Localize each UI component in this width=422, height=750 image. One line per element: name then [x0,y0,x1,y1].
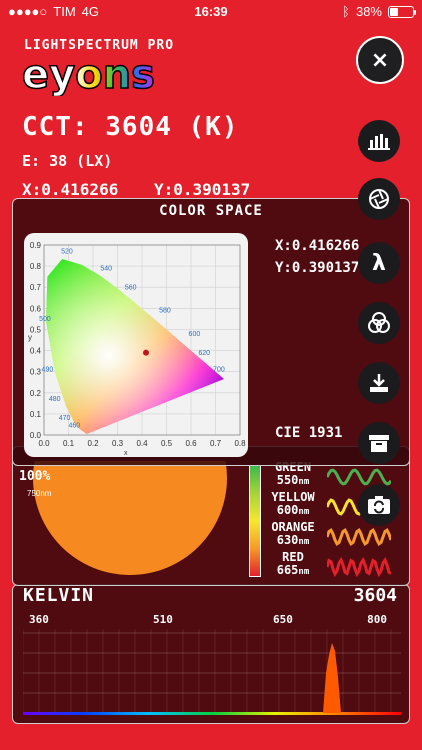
chart-icon [368,134,390,150]
battery-percent: 38% [355,4,382,19]
y-tick-label: 0.7 [30,283,42,292]
y-tick-label: 0.3 [30,368,42,377]
spectrum-baseline [23,712,401,715]
close-button[interactable]: × [356,36,404,84]
wavelength-label: 520 [61,248,73,255]
color-mix-button[interactable] [358,302,400,344]
cie-standard-label: CIE 1931 [275,425,343,441]
wavelength-label: 540 [100,265,112,272]
y-tick-label: 0.4 [30,347,42,356]
cie-chart: 0.0 0.1 0.2 0.3 0.4 0.5 0.6 0.7 0.8 0.9 0.8 0.7 0.6 0… [24,233,248,457]
chart-button[interactable] [358,120,400,162]
light-color-swatch [33,461,227,577]
archive-button[interactable] [358,422,400,464]
y-value: Y:0.390137 [153,180,251,199]
y-tick-label: 0.8 [30,262,42,271]
spectrum-tick: 360 [29,613,49,626]
wavelength-label: 470 [59,415,71,422]
measured-point [142,349,149,356]
wavelength-label: 700 [213,367,225,374]
wavelength-label: 580 [159,308,171,315]
wavelength-label: 460 [69,423,81,430]
y-tick-label: 0.9 [30,241,42,250]
color-band-wavelength: 600nm [276,503,310,518]
wavelength-label: 560 [125,284,137,291]
spectrum-tick: 650 [273,613,293,626]
color-band-orange: ORANGE 630nm [267,521,319,549]
x-tick-label: 0.3 [112,439,124,448]
x-tick-label: 0.0 [38,439,50,448]
svg-text:eyons: eyons [22,56,155,96]
lambda-icon: λ [372,250,386,276]
cie-coordinates: X:0.416266 Y:0.390137 [275,235,359,279]
x-tick-label: 0.4 [136,439,148,448]
y-tick-label: 0.2 [30,389,42,398]
kelvin-title: KELVIN [23,585,95,606]
x-tick-label: 0.5 [161,439,173,448]
x-tick-label: 0.7 [210,439,222,448]
wave-path [327,468,391,486]
download-button[interactable] [358,362,400,404]
color-space-panel: COLOR SPACE 0.0 0.1 0.2 0.3 0.4 0.5 0.6 0.7 0.8 0… [12,198,410,466]
x-value: X:0.416266 [22,180,119,199]
battery-icon [388,5,416,18]
x-tick-label: 0.6 [185,439,197,448]
status-bar: ●●●●○ TIM 4G 16:39 ᛒ 38% [0,0,422,24]
download-icon [370,374,388,392]
y-tick-label: 0.1 [30,410,42,419]
color-band-yellow: YELLOW 600nm [267,491,319,519]
x-tick-label: 0.8 [234,439,246,448]
spectrum-graph: 360 510 650 800 [23,613,401,715]
camera-switch-icon [368,496,390,514]
y-axis-label: y [28,333,32,342]
camera-switch-button[interactable] [358,484,400,526]
wavelength-label: 480 [49,396,61,403]
spectrum-tick: 510 [153,613,173,626]
aperture-button[interactable] [358,178,400,220]
wavelength-label: 750nm [27,489,52,498]
wavelength-button[interactable]: λ [358,242,400,284]
wave-path [327,528,391,546]
color-band-wavelength: 665nm [276,563,310,578]
color-gradient-scale [249,465,261,577]
wavelength-label: 490 [42,367,54,374]
wavelength-label: 600 [189,331,201,338]
color-band-red: RED 665nm [267,551,319,579]
eyons-logo: eyons [22,56,156,96]
y-tick-label: 0.6 [30,304,42,313]
spectrum-panel: KELVIN 3604 360 510 650 800 [12,584,410,724]
x-tick-label: 0.1 [63,439,75,448]
xy-reading: X:0.416266 Y:0.390137 [22,180,276,199]
brand-title: LIGHTSPECTRUM PRO [24,38,175,53]
kelvin-value: 3604 [353,585,397,606]
color-circles-icon [368,312,390,333]
y-tick-label: 0.0 [30,431,42,440]
bluetooth-icon: ᛒ [342,4,350,19]
spectrum-tick: 800 [367,613,387,626]
spectrum-peak [323,643,341,713]
cct-reading: CCT: 3604 (K) [22,112,239,142]
cie-x-value: X:0.416266 [275,238,360,254]
intensity-percent: 100% [19,469,51,484]
wavelength-label: 620 [198,350,210,357]
cie-diagram: 0.0 0.1 0.2 0.3 0.4 0.5 0.6 0.7 0.8 0.9 0.8 0.7 0.6 0… [28,241,246,457]
aperture-icon [369,189,389,209]
color-band-wavelength: 630nm [276,533,310,548]
wavelength-label: 500 [39,316,51,323]
x-axis-label: x [124,450,128,457]
color-space-title: COLOR SPACE [159,203,263,219]
wave-red [327,557,391,577]
cie-y-value: Y:0.390137 [275,260,360,276]
wave-orange [327,528,391,546]
color-band-wavelength: 550nm [276,473,310,488]
archive-icon [369,435,389,452]
wave-path [327,557,391,577]
color-scale-panel: 100% 750nm GREEN 550nm YELLOW 600nm ORANGE 63… [12,446,410,586]
illuminance-reading: E: 38 (LX) [22,152,113,170]
x-tick-label: 0.2 [87,439,99,448]
